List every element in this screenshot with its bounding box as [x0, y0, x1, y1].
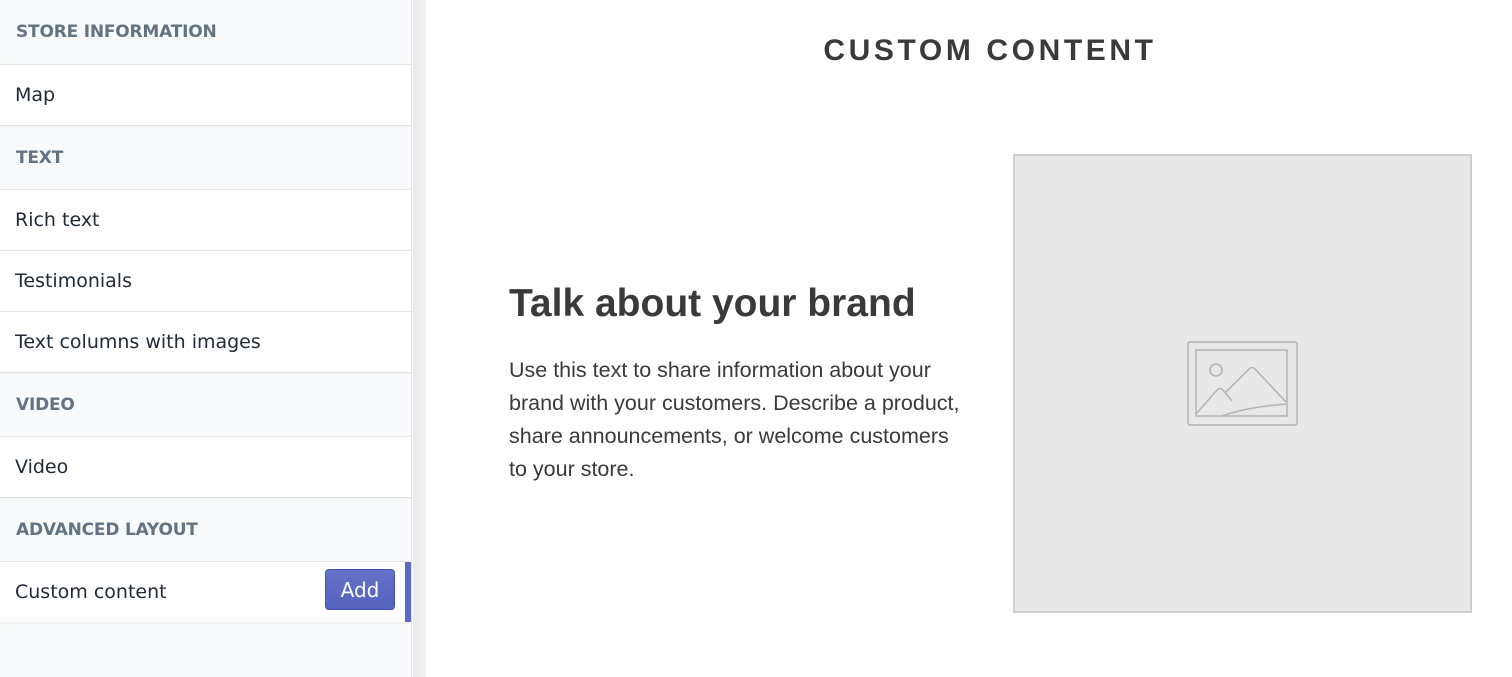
section-header-text: TEXT — [0, 125, 411, 189]
add-button[interactable]: Add — [325, 569, 395, 610]
sidebar-item-video[interactable]: Video — [0, 436, 411, 497]
preview-title: CUSTOM CONTENT — [823, 34, 1157, 67]
sidebar-item-custom-content[interactable]: Custom content Add — [0, 561, 411, 622]
sidebar-item-label: Testimonials — [15, 270, 132, 292]
sidebar-item-text-columns-with-images[interactable]: Text columns with images — [0, 311, 411, 372]
section-header-store-information: STORE INFORMATION — [0, 0, 411, 64]
sidebar-item-label: Custom content — [15, 581, 167, 603]
panel-divider — [413, 0, 426, 677]
brand-description: Use this text to share information about… — [509, 358, 960, 481]
section-header-video: VIDEO — [0, 372, 411, 436]
image-placeholder — [1013, 154, 1472, 613]
section-preview: CUSTOM CONTENT Talk about your brand Use… — [426, 0, 1512, 677]
sidebar-item-label: Rich text — [15, 209, 100, 231]
sidebar-item-map[interactable]: Map — [0, 64, 411, 125]
sections-sidebar: STORE INFORMATION Map TEXT Rich text Tes… — [0, 0, 412, 677]
image-placeholder-icon — [1187, 341, 1298, 426]
sidebar-item-testimonials[interactable]: Testimonials — [0, 250, 411, 311]
sidebar-item-label: Video — [15, 456, 69, 478]
brand-heading: Talk about your brand — [509, 282, 916, 325]
sidebar-item-label: Map — [15, 84, 56, 106]
sidebar-item-label: Text columns with images — [15, 331, 261, 353]
section-header-advanced-layout: ADVANCED LAYOUT — [0, 497, 411, 561]
sidebar-item-rich-text[interactable]: Rich text — [0, 189, 411, 250]
